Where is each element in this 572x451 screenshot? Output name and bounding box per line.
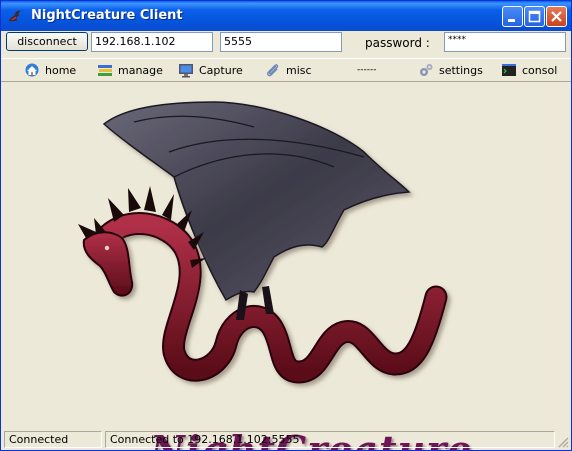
menu-label: Capture bbox=[199, 63, 243, 77]
status-bar: Connected Connected to 192.168.1.102:555… bbox=[1, 429, 571, 450]
password-label: password : bbox=[365, 36, 430, 50]
connection-bar: disconnect 192.168.1.102 5555 password :… bbox=[1, 31, 571, 57]
menu-label: settings bbox=[439, 63, 483, 77]
gears-icon bbox=[418, 62, 434, 78]
menu-label: consol bbox=[522, 63, 558, 77]
close-button[interactable] bbox=[546, 6, 567, 27]
status-state: Connected bbox=[4, 431, 102, 448]
menu-misc[interactable]: misc bbox=[265, 62, 312, 78]
minimize-button[interactable] bbox=[502, 6, 523, 27]
terminal-icon bbox=[501, 62, 517, 78]
menu-consol[interactable]: consol bbox=[501, 62, 557, 78]
menu-label: home bbox=[45, 63, 77, 77]
home-icon bbox=[24, 62, 40, 78]
paperclip-icon bbox=[265, 62, 281, 78]
window-title: NightCreature Client bbox=[31, 8, 183, 23]
status-message: Connected to 192.168.1.102:5555 bbox=[105, 431, 555, 448]
title-bar[interactable]: NightCreature Client bbox=[1, 1, 571, 31]
port-input[interactable]: 5555 bbox=[220, 32, 342, 52]
main-panel: NightCreature bbox=[4, 82, 568, 450]
resize-grip-icon[interactable] bbox=[557, 436, 569, 448]
menu-separator: ------ bbox=[357, 65, 377, 75]
host-input[interactable]: 192.168.1.102 bbox=[91, 32, 213, 52]
maximize-button[interactable] bbox=[524, 6, 545, 27]
dragon-icon[interactable] bbox=[7, 8, 23, 24]
menu-label: manage bbox=[118, 63, 163, 77]
menu-bar: home manage Capture misc ------ settings bbox=[1, 58, 571, 82]
password-input[interactable]: **** bbox=[444, 32, 566, 52]
menu-label: misc bbox=[286, 63, 312, 77]
menu-settings[interactable]: settings bbox=[418, 62, 483, 78]
books-icon bbox=[97, 62, 113, 78]
menu-home[interactable]: home bbox=[24, 62, 76, 78]
monitor-icon bbox=[178, 62, 194, 78]
app-window: NightCreature Client disconnect 192.168.… bbox=[0, 0, 572, 451]
disconnect-button[interactable]: disconnect bbox=[6, 32, 88, 51]
dragon-logo bbox=[78, 101, 448, 384]
menu-capture[interactable]: Capture bbox=[178, 62, 243, 78]
menu-manage[interactable]: manage bbox=[97, 62, 163, 78]
